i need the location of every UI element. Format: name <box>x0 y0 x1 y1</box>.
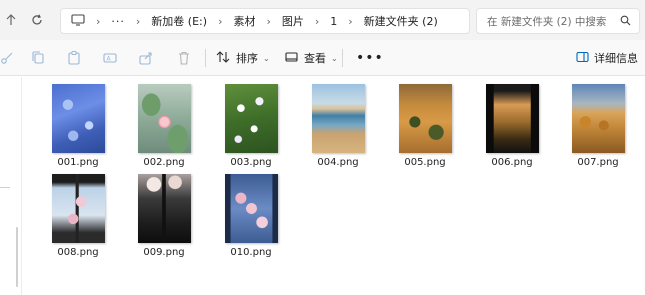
more-options-button[interactable]: ••• <box>356 50 384 66</box>
image-thumbnail-icon <box>51 174 105 243</box>
file-name: 005.png <box>404 157 446 168</box>
computer-icon <box>71 13 85 29</box>
address-bar[interactable]: › ··· › 新加卷 (E:) › 素材 › 图片 › 1 › 新建文件夹 (… <box>60 8 470 34</box>
file-item[interactable]: 010.png <box>215 174 287 258</box>
image-thumbnail-icon <box>137 174 191 243</box>
navigation-pane[interactable] <box>0 77 22 295</box>
overflow-crumbs-icon[interactable]: ··· <box>111 15 125 28</box>
sort-button[interactable]: 排序 ⌄ <box>216 48 270 68</box>
file-name: 008.png <box>57 247 99 258</box>
file-item[interactable]: 009.png <box>128 174 200 258</box>
file-name: 002.png <box>143 157 185 168</box>
toolbar-divider <box>205 49 206 67</box>
command-bar: A 排序 ⌄ 查看 ⌄ ••• 详细信息 <box>0 40 645 76</box>
sort-icon <box>216 50 230 66</box>
share-icon[interactable] <box>138 50 154 66</box>
file-name: 009.png <box>143 247 185 258</box>
file-name: 003.png <box>230 157 272 168</box>
image-thumbnail-icon <box>398 84 452 153</box>
image-thumbnail-icon <box>137 84 191 153</box>
up-arrow-icon[interactable] <box>0 9 22 31</box>
breadcrumb-folder-2[interactable]: 图片 <box>282 13 304 29</box>
rename-icon[interactable]: A <box>102 50 118 66</box>
file-name: 001.png <box>57 157 99 168</box>
view-icon <box>285 51 298 66</box>
file-item[interactable]: 002.png <box>128 84 200 168</box>
image-thumbnail-icon <box>224 84 278 153</box>
image-thumbnail-icon <box>224 174 278 243</box>
chevron-right-icon: › <box>314 14 320 28</box>
delete-icon[interactable] <box>176 50 192 66</box>
copy-icon[interactable] <box>30 50 46 66</box>
address-bar-row: › ··· › 新加卷 (E:) › 素材 › 图片 › 1 › 新建文件夹 (… <box>0 0 645 40</box>
breadcrumb-current[interactable]: 新建文件夹 (2) <box>364 13 438 29</box>
breadcrumb-folder-3[interactable]: 1 <box>330 15 337 28</box>
breadcrumb-folder-1[interactable]: 素材 <box>233 13 255 29</box>
chevron-right-icon: › <box>218 14 223 28</box>
nav-scrollbar[interactable] <box>16 227 18 287</box>
chevron-right-icon: › <box>348 14 353 28</box>
refresh-icon[interactable] <box>26 9 48 31</box>
file-item[interactable]: 005.png <box>389 84 461 168</box>
chevron-right-icon: › <box>135 14 141 28</box>
nav-divider <box>0 187 10 188</box>
file-item[interactable]: 007.png <box>562 84 634 168</box>
image-thumbnail-icon <box>485 84 539 153</box>
file-item[interactable]: 003.png <box>215 84 287 168</box>
image-thumbnail-icon <box>571 84 625 153</box>
file-name: 010.png <box>230 247 272 258</box>
view-label: 查看 <box>304 52 326 65</box>
file-item[interactable]: 008.png <box>42 174 114 258</box>
details-pane-icon <box>576 51 589 66</box>
search-input[interactable]: 在 新建文件夹 (2) 中搜索 <box>476 8 640 34</box>
file-name: 004.png <box>317 157 359 168</box>
details-pane-button[interactable]: 详细信息 <box>576 48 638 68</box>
file-name: 006.png <box>491 157 533 168</box>
chevron-down-icon: ⌄ <box>263 53 270 63</box>
view-button[interactable]: 查看 ⌄ <box>285 48 338 68</box>
file-item[interactable]: 004.png <box>302 84 374 168</box>
paste-icon[interactable] <box>66 50 82 66</box>
chevron-right-icon: › <box>96 14 101 28</box>
image-thumbnail-icon <box>311 84 365 153</box>
search-icon <box>620 15 631 29</box>
chevron-right-icon: › <box>266 14 271 28</box>
sort-label: 排序 <box>236 52 258 65</box>
file-item[interactable]: 001.png <box>42 84 114 168</box>
image-thumbnail-icon <box>51 84 105 153</box>
chevron-down-icon: ⌄ <box>331 53 338 63</box>
search-placeholder: 在 新建文件夹 (2) 中搜索 <box>487 15 607 28</box>
toolbar-divider <box>342 49 343 67</box>
breadcrumb-drive[interactable]: 新加卷 (E:) <box>151 13 207 29</box>
file-name: 007.png <box>577 157 619 168</box>
file-item[interactable]: 006.png <box>476 84 548 168</box>
cut-icon[interactable] <box>0 50 16 66</box>
details-label: 详细信息 <box>594 52 638 65</box>
